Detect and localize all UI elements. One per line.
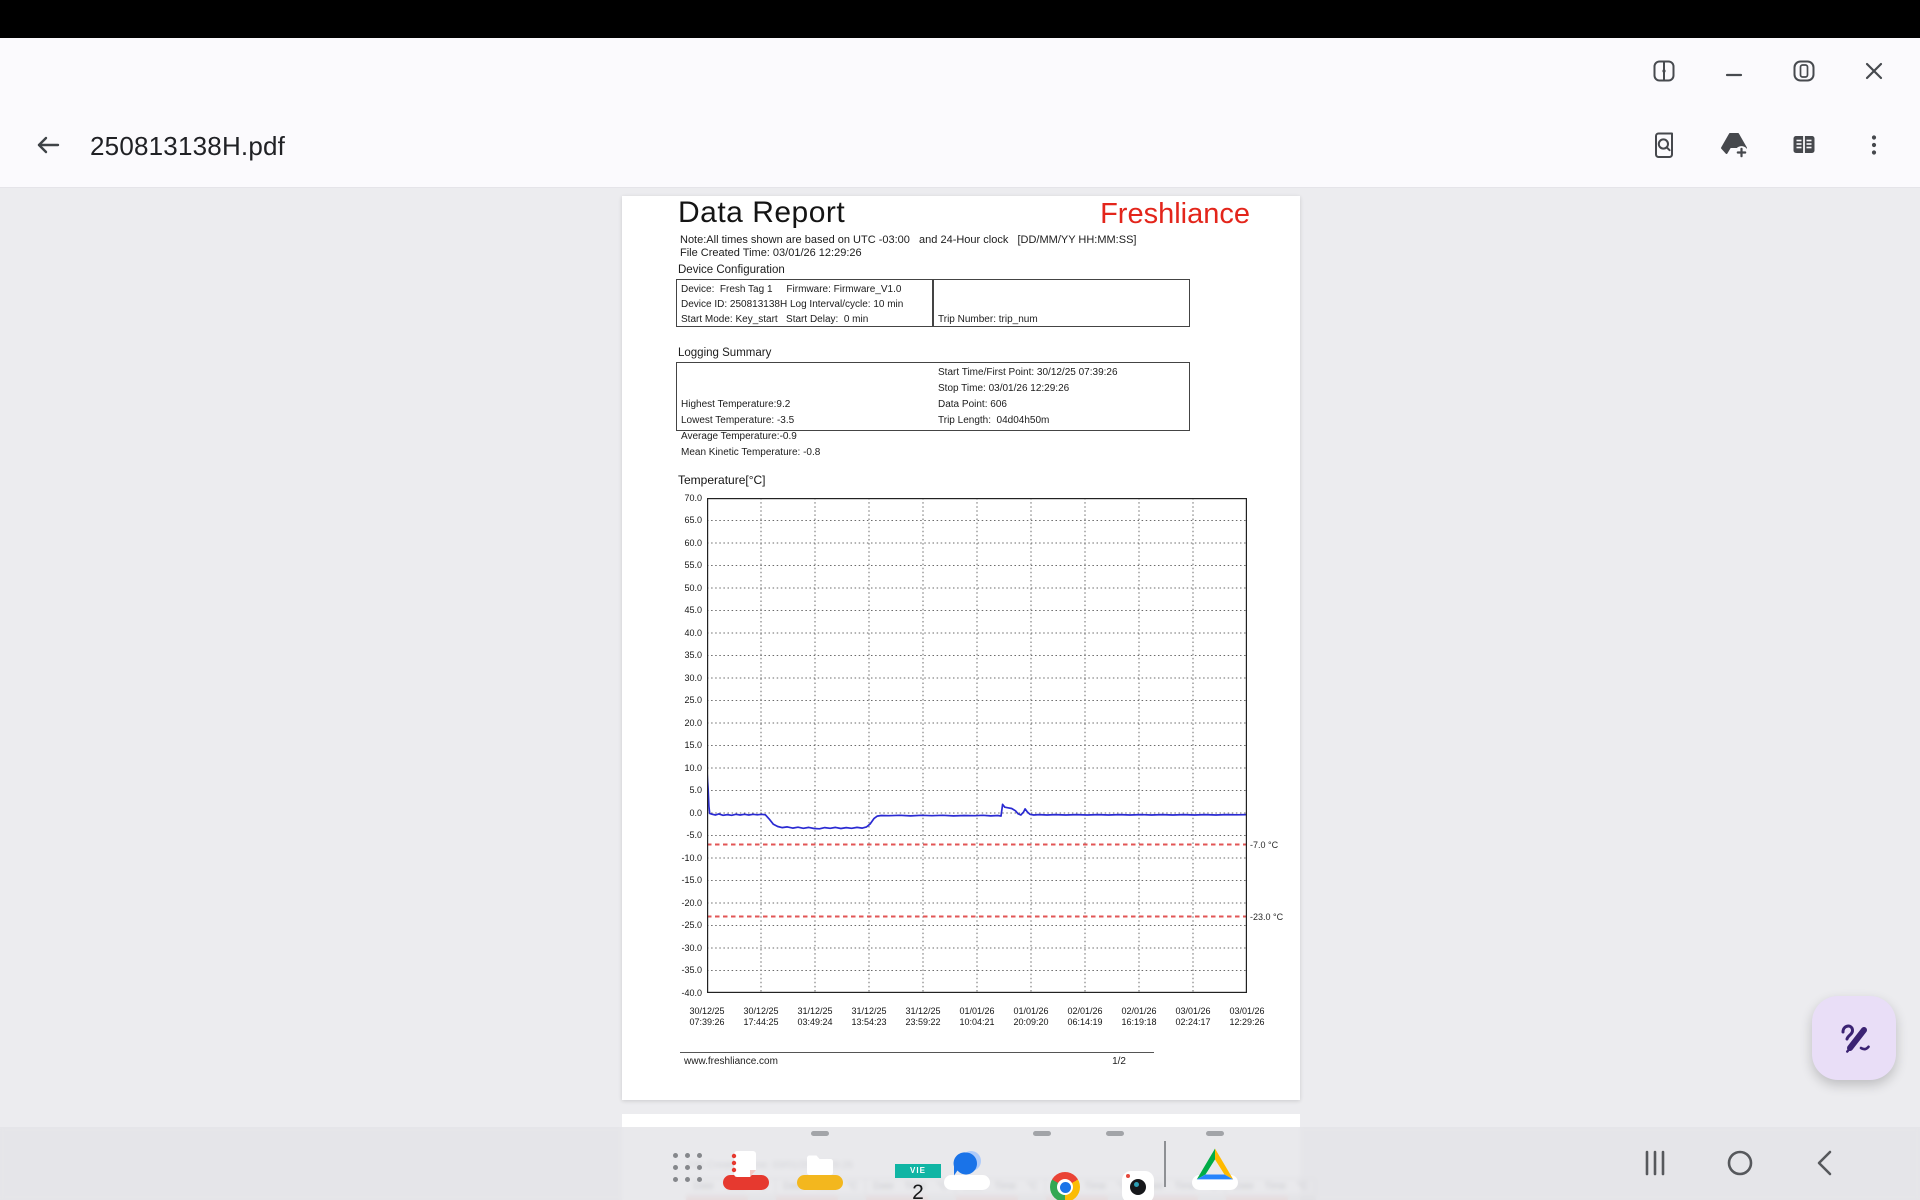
y-tick-label: 15.0 [684,740,702,750]
dock-item-chrome[interactable] [1019,1141,1080,1200]
y-tick-label: -20.0 [681,897,702,908]
y-tick-label: 35.0 [684,650,702,660]
y-tick-label: 60.0 [684,537,702,548]
reader-mode-icon [1790,131,1818,162]
home-icon [1725,1148,1755,1181]
brand-logo: Freshliance [1100,198,1250,230]
split-view-button[interactable] [1644,52,1684,92]
y-tick-label: -5.0 [686,830,702,840]
more-options-button[interactable] [1854,127,1894,167]
threshold-label: -23.0 °C [1250,911,1284,922]
system-status-bar [0,0,1920,38]
pdf-toolbar: 250813138H.pdf [0,106,1920,188]
files-folder-icon [797,1155,843,1190]
y-tick-label: 70.0 [684,492,702,503]
dock-item-messages[interactable] [944,1141,990,1190]
dock-item-notes[interactable] [723,1141,769,1190]
y-tick-label: 50.0 [684,582,702,593]
device-configuration-box: Device: Fresh Tag 1 Firmware: Firmware_V… [676,279,933,327]
y-tick-label: -25.0 [681,920,702,930]
document-title: 250813138H.pdf [90,131,286,161]
nav-back-button[interactable] [1803,1141,1849,1187]
y-tick-label: 30.0 [684,672,702,683]
messages-bubble-icon [944,1151,990,1190]
y-tick-label: -30.0 [681,942,702,953]
threshold-label: -7.0 °C [1250,839,1279,850]
dock-item-calendar[interactable]: VIE 2 [872,1141,941,1200]
back-button[interactable] [24,123,72,171]
device-configuration-heading: Device Configuration [678,264,785,276]
logging-summary-heading: Logging Summary [678,347,772,359]
report-note: Note:All times shown are based on UTC -0… [680,234,1137,246]
running-indicator-camera [1106,1131,1124,1136]
trip-number-box: Trip Number: trip_num [933,279,1190,327]
toolbar-actions [1644,127,1920,167]
close-icon [1861,58,1887,87]
add-to-drive-button[interactable] [1714,127,1754,167]
y-tick-label: -10.0 [681,852,702,863]
kebab-menu-icon [1861,132,1887,161]
window-title-bar [0,38,1920,106]
split-view-icon [1651,58,1677,87]
pdf-viewer-canvas[interactable]: Data Report Freshliance Note:All times s… [0,189,1920,1200]
close-button[interactable] [1854,52,1894,92]
y-tick-label: 20.0 [684,717,702,728]
running-indicator-drive [1206,1131,1224,1136]
y-tick-label: 25.0 [684,695,702,705]
x-tick-label: 03/01/26 12:29:26 [1229,1006,1265,1027]
app-drawer-icon [672,1153,702,1182]
y-tick-label: 10.0 [684,762,702,773]
footer-page-number: 1/2 [1112,1056,1126,1067]
dock-divider [1164,1141,1166,1187]
running-indicator-files [811,1131,829,1136]
dock-item-files[interactable] [797,1141,843,1190]
trip-number: Trip Number: trip_num [938,314,1038,325]
nav-recents-button[interactable] [1632,1141,1678,1187]
minimize-button[interactable] [1714,52,1754,92]
restore-icon [1791,58,1817,87]
y-tick-label: 5.0 [689,785,702,795]
reader-mode-button[interactable] [1784,127,1824,167]
drive-logo-icon [1192,1148,1238,1190]
running-indicator-chrome [1033,1131,1051,1136]
logging-summary-box: Highest Temperature:9.2 Lowest Temperatur… [676,362,1190,458]
find-in-file-button[interactable] [1644,127,1684,167]
y-tick-label: 65.0 [684,515,702,525]
footer-website: www.freshliance.com [684,1056,778,1067]
restore-button[interactable] [1784,52,1824,92]
file-created-time: File Created Time: 03/01/26 12:29:26 [680,247,862,259]
dock-item-camera[interactable] [1092,1141,1154,1200]
y-tick-label: 0.0 [689,807,702,818]
temperature-chart [707,498,1247,993]
minimize-icon [1721,58,1747,87]
y-tick-label: 45.0 [684,605,702,615]
annotate-fab[interactable] [1812,996,1896,1080]
chart-title: Temperature[°C] [678,473,766,487]
y-tick-label: 40.0 [684,627,702,638]
back-chevron-icon [1811,1148,1841,1181]
y-tick-label: -40.0 [681,987,702,998]
recents-icon [1640,1148,1670,1181]
report-title: Data Report [678,196,846,229]
dock-taskbar: VIE 2 [0,1127,1920,1200]
y-tick-label: -35.0 [681,965,702,975]
pdf-page-1: Data Report Freshliance Note:All times s… [622,196,1300,1100]
y-tick-label: -15.0 [681,875,702,885]
nav-home-button[interactable] [1717,1141,1763,1187]
stylus-note-icon [1834,1017,1874,1060]
app-drawer-button[interactable] [664,1141,710,1187]
dock-item-drive[interactable] [1192,1141,1238,1190]
back-arrow-icon [33,130,63,163]
y-tick-label: 55.0 [684,560,702,570]
logging-summary-right: Start Time/First Point: 30/12/25 07:39:2… [938,367,1118,426]
notes-app-icon [723,1151,769,1190]
find-in-file-icon [1650,131,1678,162]
footer-divider [680,1052,1154,1053]
add-to-drive-icon [1719,130,1749,163]
screen: 250813138H.pdf Data Report Freshliance N… [0,0,1920,1200]
